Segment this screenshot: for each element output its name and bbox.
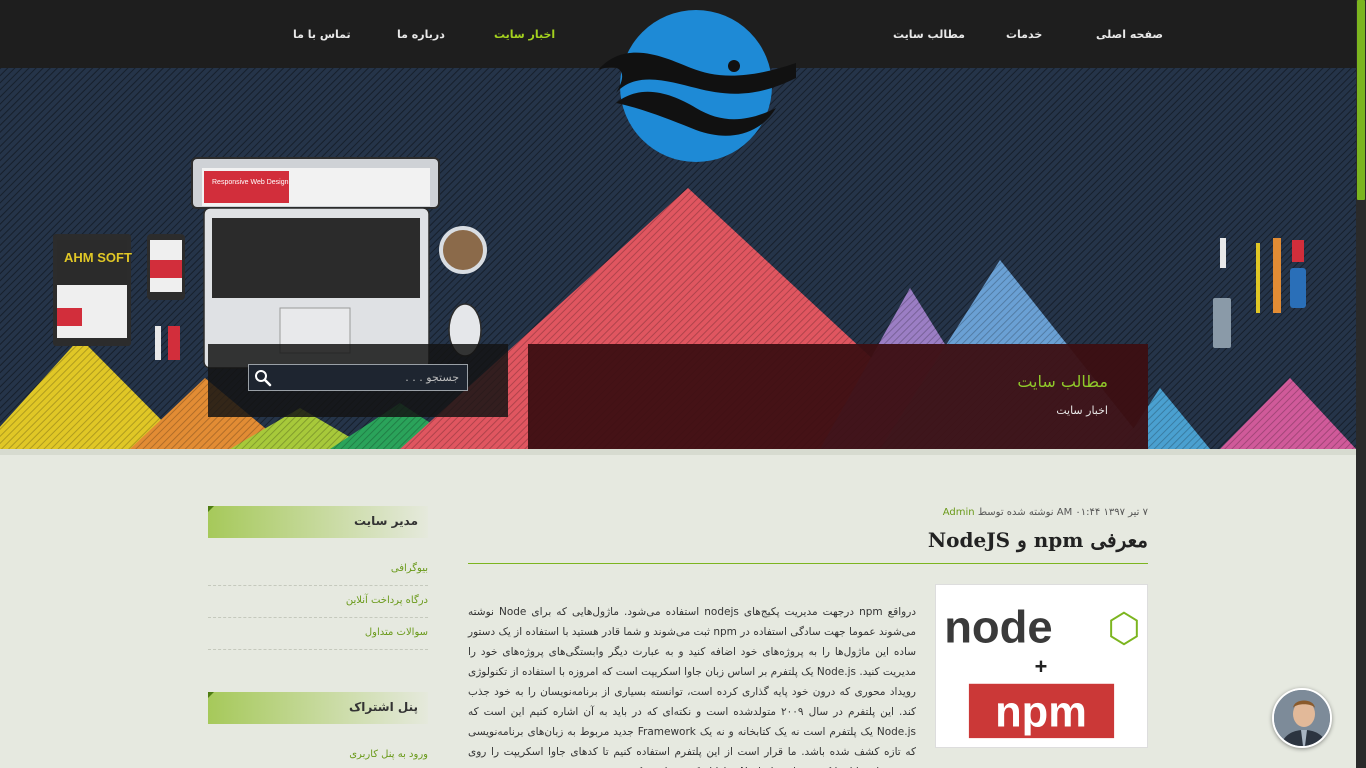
- widget-subscribe-header: پنل اشتراک: [208, 692, 428, 724]
- breadcrumb[interactable]: اخبار سایت: [1056, 404, 1108, 417]
- content-divider: [0, 449, 1356, 455]
- nav-item-articles[interactable]: مطالب سایت: [893, 28, 965, 41]
- post-body: درواقع npm درجهت مدیریت پکیج‌های nodejs …: [468, 606, 916, 768]
- npm-logo-text: npm: [995, 688, 1087, 736]
- sidebar-link-payment[interactable]: درگاه پرداخت آنلاین: [346, 595, 428, 606]
- divider: [208, 585, 428, 586]
- scrollbar-thumb[interactable]: [1357, 0, 1365, 200]
- nav-item-home[interactable]: صفحه اصلی: [1096, 28, 1163, 41]
- title-divider: [468, 563, 1148, 564]
- search-input[interactable]: [248, 364, 468, 391]
- widget-subscribe-title: پنل اشتراک: [349, 700, 418, 714]
- page-title: مطالب سایت: [1017, 372, 1108, 391]
- laptop-screen-text: Responsive Web Design: [212, 179, 289, 186]
- post-title[interactable]: معرفی npm و NodeJS: [928, 528, 1148, 552]
- sidebar-link-biography[interactable]: بیوگرافی: [391, 563, 428, 574]
- sidebar-link-login[interactable]: ورود به پنل کاربری: [349, 749, 428, 760]
- page-title-panel: [528, 344, 1148, 449]
- nav-item-services[interactable]: خدمات: [1006, 28, 1042, 41]
- divider: [208, 649, 428, 650]
- sidebar-link-faq[interactable]: سوالات متداول: [365, 627, 428, 638]
- node-logo-text: node: [944, 601, 1052, 652]
- nav-item-contact[interactable]: تماس با ما: [293, 28, 351, 41]
- plus-sign: +: [1035, 654, 1048, 679]
- widget-admin-title: مدیر سایت: [353, 514, 418, 528]
- post-author-link[interactable]: Admin: [943, 507, 975, 518]
- search-icon[interactable]: [252, 368, 274, 388]
- scrollbar[interactable]: [1356, 0, 1366, 768]
- nav-item-about[interactable]: درباره ما: [397, 28, 445, 41]
- post-meta: ۷ تیر ۱۳۹۷ ۰۱:۴۴ AM نوشته شده توسط Admin: [943, 507, 1148, 518]
- corner-marker: [208, 506, 214, 512]
- site-logo[interactable]: [596, 8, 796, 163]
- widget-admin-header: مدیر سایت: [208, 506, 428, 538]
- nav-item-news[interactable]: اخبار سایت: [494, 28, 555, 41]
- tablet-logo-text: AHM SOFT: [64, 250, 132, 265]
- post-date: ۷ تیر ۱۳۹۷ ۰۱:۴۴ AM نوشته شده توسط: [977, 507, 1148, 518]
- corner-marker: [208, 692, 214, 698]
- chat-avatar[interactable]: [1272, 688, 1332, 748]
- avatar-image: [1274, 690, 1330, 746]
- post-featured-image: node + npm: [935, 584, 1148, 748]
- divider: [208, 617, 428, 618]
